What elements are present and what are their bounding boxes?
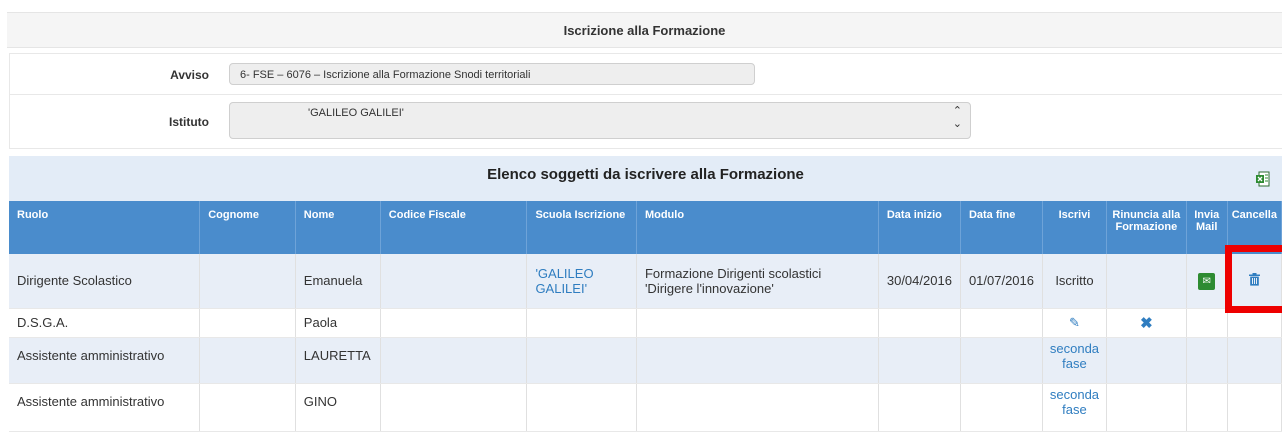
highlight-annotation — [1225, 245, 1282, 313]
cell-rinuncia — [1106, 254, 1187, 309]
cell-data-inizio — [878, 308, 961, 338]
elenco-section-header: Elenco soggetti da iscrivere alla Formaz… — [9, 156, 1282, 201]
page-header: Iscrizione alla Formazione — [7, 12, 1282, 48]
cell-modulo — [636, 337, 879, 384]
select-arrows-icon[interactable]: ⌃ ⌄ — [953, 105, 962, 131]
cell-nome: GINO — [295, 383, 381, 432]
cell-cancella — [1227, 337, 1282, 384]
cell-invia-mail — [1186, 383, 1228, 432]
cell-rinuncia — [1106, 383, 1187, 432]
seconda-fase-link[interactable]: seconda fase — [1050, 387, 1099, 417]
cell-modulo — [636, 308, 879, 338]
cell-nome: Paola — [295, 308, 381, 338]
cell-codice-fiscale — [380, 337, 528, 384]
cell-data-inizio: 30/04/2016 — [878, 254, 961, 309]
cell-scuola-iscrizione — [526, 337, 637, 384]
cell-scuola-iscrizione — [526, 308, 637, 338]
cell-modulo — [636, 383, 879, 432]
istituto-row: Istituto 'GALILEO GALILEI' ⌃ ⌄ — [10, 95, 1282, 148]
col-modulo[interactable]: Modulo — [636, 201, 879, 254]
cell-nome: LAURETTA — [295, 337, 381, 384]
istituto-value: 'GALILEO GALILEI' — [308, 107, 404, 119]
cell-codice-fiscale — [380, 254, 528, 309]
istituto-label: Istituto — [169, 115, 209, 129]
cell-invia-mail — [1186, 308, 1228, 338]
col-rinuncia: Rinuncia alla Formazione — [1106, 201, 1187, 254]
cell-nome: Emanuela — [295, 254, 381, 309]
cell-cognome — [199, 337, 296, 384]
cell-modulo: Formazione Dirigenti scolastici 'Diriger… — [636, 254, 879, 309]
cell-iscrivi: seconda fase — [1042, 383, 1107, 432]
cell-invia-mail — [1186, 337, 1228, 384]
avviso-field[interactable]: 6- FSE – 6076 – Iscrizione alla Formazio… — [229, 63, 755, 85]
cell-rinuncia: ✖ — [1106, 308, 1187, 338]
pencil-icon[interactable]: ✎ — [1069, 315, 1080, 330]
cell-codice-fiscale — [380, 383, 528, 432]
elenco-title: Elenco soggetti da iscrivere alla Formaz… — [487, 166, 804, 183]
cell-cognome — [199, 383, 296, 432]
cell-cognome — [199, 308, 296, 338]
cell-ruolo: Dirigente Scolastico — [9, 254, 201, 309]
col-codice-fiscale[interactable]: Codice Fiscale — [380, 201, 528, 254]
cell-scuola-iscrizione — [526, 383, 637, 432]
col-invia-mail: Invia Mail — [1186, 201, 1228, 254]
cell-iscrivi: ✎ — [1042, 308, 1107, 338]
table-row: Dirigente Scolastico Emanuela 'GALILEO G… — [9, 254, 1282, 309]
col-scuola-iscrizione[interactable]: Scuola Iscrizione — [526, 201, 637, 254]
cell-data-inizio — [878, 383, 961, 432]
cell-data-fine — [960, 337, 1044, 384]
seconda-fase-link[interactable]: seconda fase — [1050, 341, 1099, 371]
cell-data-fine: 01/07/2016 — [960, 254, 1044, 309]
soggetti-table: Ruolo Cognome Nome Codice Fiscale Scuola… — [9, 201, 1282, 432]
cell-iscrivi: seconda fase — [1042, 337, 1107, 384]
filter-form: Avviso 6- FSE – 6076 – Iscrizione alla F… — [9, 53, 1282, 149]
scuola-link[interactable]: 'GALILEO GALILEI' — [535, 266, 593, 296]
table-row: Assistente amministrativo GINO seconda f… — [9, 383, 1282, 432]
cell-cancella — [1227, 383, 1282, 432]
cell-codice-fiscale — [380, 308, 528, 338]
table-header-row: Ruolo Cognome Nome Codice Fiscale Scuola… — [9, 201, 1282, 254]
avviso-row: Avviso 6- FSE – 6076 – Iscrizione alla F… — [10, 54, 1282, 95]
col-ruolo[interactable]: Ruolo — [9, 201, 201, 254]
cell-scuola-iscrizione: 'GALILEO GALILEI' — [526, 254, 637, 309]
cell-data-fine — [960, 383, 1044, 432]
col-iscrivi: Iscrivi — [1042, 201, 1107, 254]
cell-invia-mail: ✉ — [1186, 254, 1228, 309]
table-row: D.S.G.A. Paola ✎ ✖ — [9, 308, 1282, 338]
avviso-label: Avviso — [170, 68, 209, 82]
table-row: Assistente amministrativo LAURETTA secon… — [9, 337, 1282, 384]
envelope-icon[interactable]: ✉ — [1198, 272, 1216, 290]
cell-ruolo: Assistente amministrativo — [9, 337, 201, 384]
cell-ruolo: D.S.G.A. — [9, 308, 201, 338]
col-data-fine[interactable]: Data fine — [960, 201, 1044, 254]
cell-ruolo: Assistente amministrativo — [9, 383, 201, 432]
excel-export-icon[interactable] — [1256, 171, 1270, 187]
col-nome[interactable]: Nome — [295, 201, 381, 254]
col-cognome[interactable]: Cognome — [199, 201, 296, 254]
cell-iscrivi-status: Iscritto — [1042, 254, 1107, 309]
page-title: Iscrizione alla Formazione — [563, 22, 726, 38]
cell-cognome — [199, 254, 296, 309]
cell-data-inizio — [878, 337, 961, 384]
col-data-inizio[interactable]: Data inizio — [878, 201, 961, 254]
istituto-select[interactable]: 'GALILEO GALILEI' ⌃ ⌄ — [229, 102, 971, 139]
cell-rinuncia — [1106, 337, 1187, 384]
x-icon[interactable]: ✖ — [1140, 315, 1153, 332]
cell-data-fine — [960, 308, 1044, 338]
